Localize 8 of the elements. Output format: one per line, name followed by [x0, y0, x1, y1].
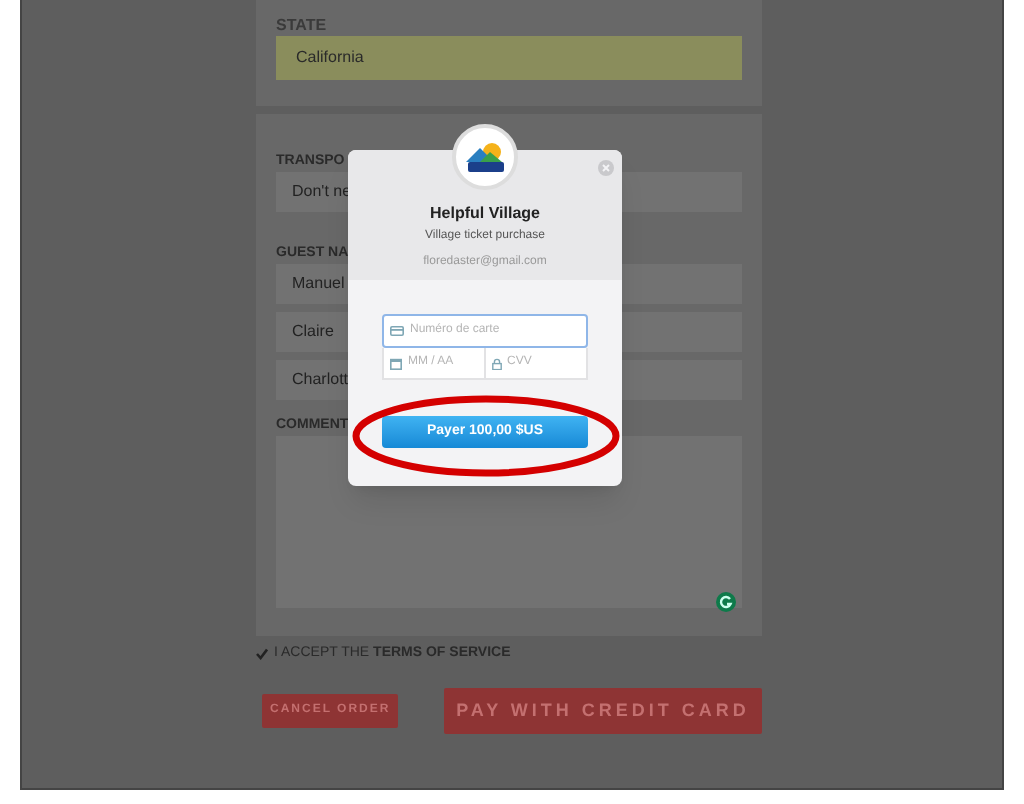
- dialog-title: Helpful Village: [430, 204, 540, 224]
- calendar-icon: [390, 357, 402, 369]
- terms-checkbox[interactable]: [256, 648, 268, 660]
- pay-button[interactable]: PAY WITH CREDIT CARD: [444, 688, 762, 734]
- lock-icon: [491, 357, 501, 369]
- grammar-check-icon[interactable]: [716, 592, 736, 612]
- state-field[interactable]: California: [276, 36, 742, 80]
- card-icon: [390, 326, 404, 336]
